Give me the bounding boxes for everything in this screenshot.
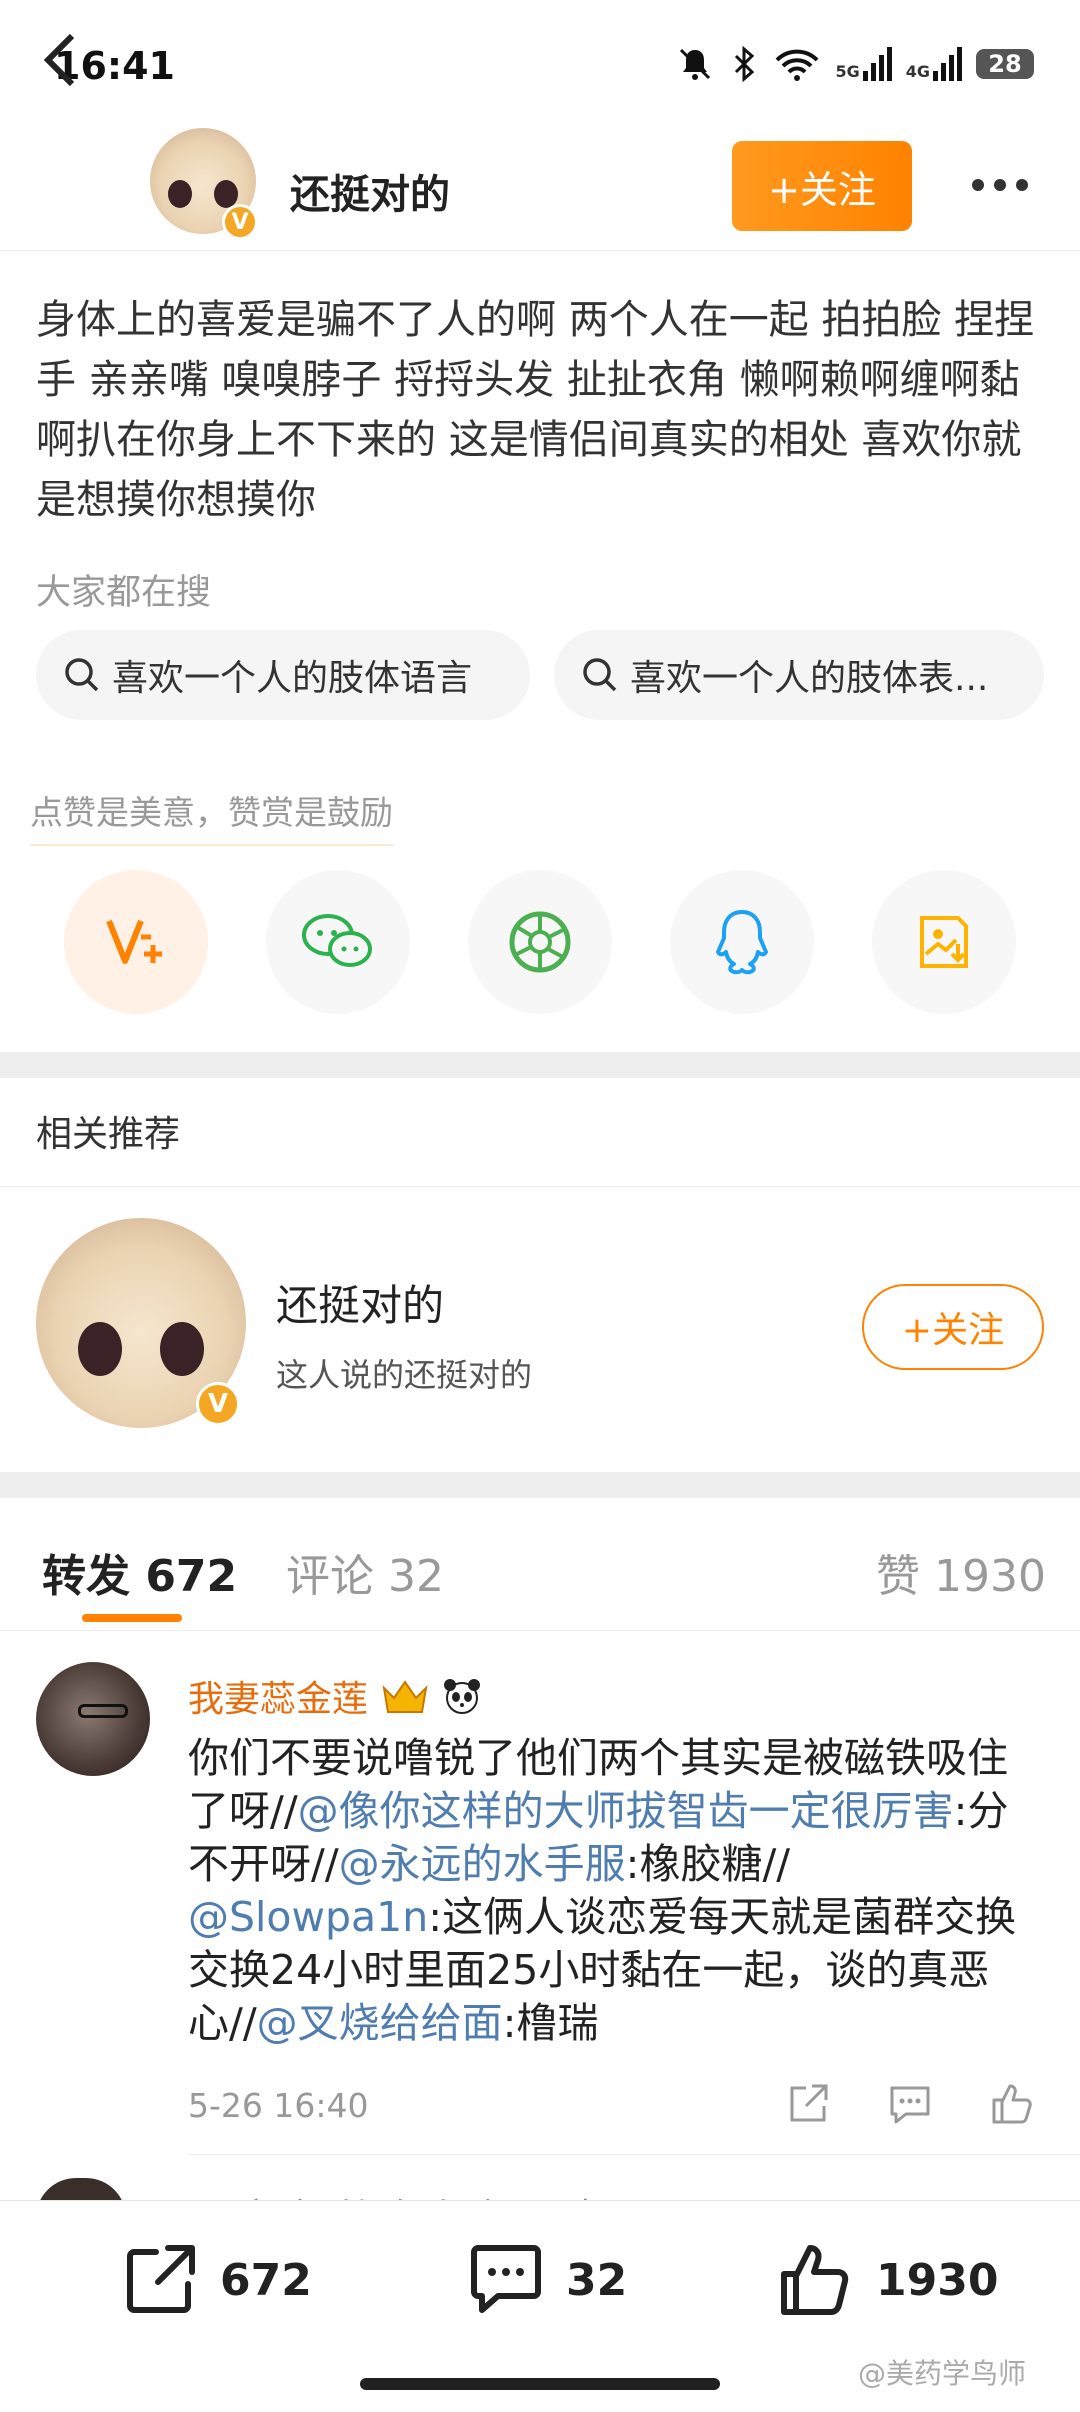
search-trending-title: 大家都在搜	[36, 573, 212, 613]
related-name[interactable]: 还挺对的	[276, 1272, 444, 1333]
signal-4g-icon: 4G	[906, 47, 962, 81]
section-gap	[0, 1472, 1080, 1498]
bottom-comment-button[interactable]: 32	[466, 2240, 627, 2320]
battery-level: 28	[988, 50, 1022, 78]
related-follow-button[interactable]: +关注	[862, 1284, 1044, 1370]
related-title: 相关推荐	[36, 1114, 181, 1155]
mention-link[interactable]: @Slowpa1n	[188, 1893, 428, 1941]
save-image-button[interactable]	[872, 870, 1016, 1014]
signal-5g-icon: 5G	[835, 47, 892, 81]
bottom-like-button[interactable]: 1930	[776, 2240, 998, 2320]
more-options-icon[interactable]	[960, 150, 1040, 220]
back-button[interactable]	[30, 20, 90, 100]
status-icons: 5G 4G 28	[675, 44, 1034, 84]
divider	[0, 1630, 1080, 1631]
section-gap	[0, 1052, 1080, 1078]
mention-link[interactable]: @永远的水手服	[339, 1840, 626, 1888]
wifi-icon	[776, 49, 819, 81]
divider	[0, 250, 1080, 251]
search-icon	[583, 658, 617, 692]
search-chip-label: 喜欢一个人的肢体表...	[630, 658, 989, 699]
wechat-icon	[302, 914, 372, 967]
crown-badge-icon	[382, 1680, 428, 1713]
save-image-icon	[920, 916, 968, 968]
follow-button[interactable]: +关注	[732, 141, 912, 231]
commenter-name[interactable]: 我妻蕊金莲	[188, 1670, 368, 1722]
like-count: 1930	[876, 2254, 999, 2306]
comment-text: 你们不要说噜锐了他们两个其实是被磁铁吸住了呀//@像你这样的大师拔智齿一定很厉害…	[188, 1732, 1048, 2050]
moments-icon	[509, 911, 571, 973]
comment-reply-icon[interactable]	[886, 2080, 934, 2128]
tab-repost[interactable]: 转发 672	[42, 1540, 237, 1604]
divider	[188, 2154, 1080, 2155]
search-chip-label: 喜欢一个人的肢体语言	[112, 658, 473, 699]
repost-icon	[127, 2245, 195, 2313]
bottom-repost-button[interactable]: 672	[120, 2240, 312, 2320]
panda-badge-icon	[444, 1679, 481, 1714]
avatar-eye	[78, 1322, 122, 1376]
v-plus-share-button[interactable]	[64, 870, 208, 1014]
tab-comment[interactable]: 评论 32	[286, 1540, 444, 1604]
battery-icon: 28	[976, 49, 1034, 79]
mention-link[interactable]: @像你这样的大师拔智齿一定很厉害	[298, 1787, 954, 1835]
home-indicator[interactable]	[360, 2378, 720, 2390]
avatar-eye	[160, 1322, 204, 1376]
bluetooth-icon	[735, 45, 755, 83]
signal-4g-label: 4G	[905, 62, 930, 81]
v-plus-icon	[106, 919, 162, 964]
tab-underline	[82, 1614, 182, 1622]
comment-repost-icon[interactable]	[784, 2080, 832, 2128]
comment-count: 32	[566, 2254, 628, 2306]
commenter-row: 我妻蕊金莲	[188, 1670, 482, 1722]
comment-like-icon[interactable]	[988, 2080, 1036, 2128]
watermark: @美药学鸟师	[858, 2357, 1027, 2390]
author-name[interactable]: 还挺对的	[290, 162, 450, 220]
verified-badge-icon: V	[222, 204, 258, 240]
search-chip[interactable]: 喜欢一个人的肢体表...	[554, 630, 1044, 720]
wechat-share-button[interactable]	[266, 870, 410, 1014]
comment-time: 5-26 16:40	[188, 2086, 369, 2125]
moments-share-button[interactable]	[468, 870, 612, 1014]
comment-text-part: :橡胶糖//	[625, 1840, 791, 1888]
search-chip[interactable]: 喜欢一个人的肢体语言	[36, 630, 530, 720]
qq-share-button[interactable]	[670, 870, 814, 1014]
avatar-eye	[168, 180, 192, 208]
chevron-left-icon	[43, 33, 75, 87]
comment-text-part: :橹瑞	[502, 1999, 599, 2047]
glasses-shape	[78, 1704, 128, 1718]
commenter-avatar[interactable]	[36, 1662, 150, 1776]
verified-badge-icon: V	[196, 1382, 240, 1426]
divider	[0, 1186, 1080, 1187]
mute-bell-icon	[680, 48, 711, 80]
tab-like[interactable]: 赞 1930	[876, 1540, 1046, 1604]
comment-icon	[471, 2245, 541, 2313]
qq-icon	[716, 910, 768, 975]
signal-5g-label: 5G	[835, 62, 860, 81]
search-icon	[65, 658, 99, 692]
mention-link[interactable]: @叉烧给给面	[257, 1999, 503, 2047]
post-text: 身体上的喜爱是骗不了人的啊 两个人在一起 拍拍脸 捏捏手 亲亲嘴 嗅嗅脖子 捋捋…	[36, 297, 1035, 523]
repost-count: 672	[220, 2254, 312, 2306]
status-bar: 16:41 5G 4G 28	[0, 0, 1080, 132]
related-desc: 这人说的还挺对的	[276, 1356, 533, 1394]
like-icon	[781, 2245, 849, 2315]
praise-hint: 点赞是美意，赞赏是鼓励	[30, 786, 393, 846]
